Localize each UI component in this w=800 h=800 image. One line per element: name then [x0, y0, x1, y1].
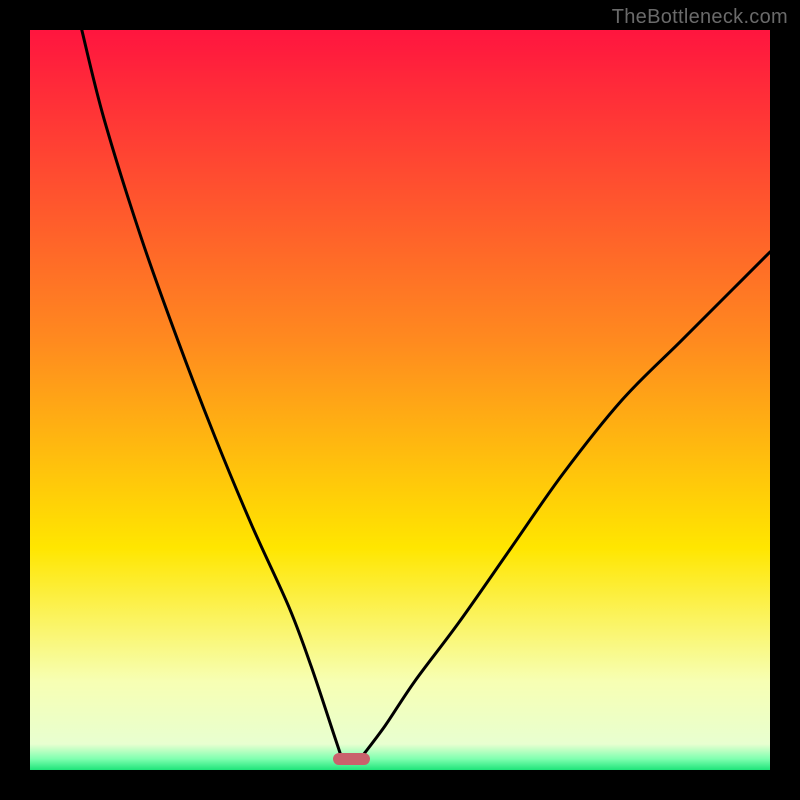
min-marker: [333, 753, 370, 765]
plot-frame: [30, 30, 770, 770]
plot-curves: [30, 30, 770, 770]
curve-right-branch: [363, 252, 770, 755]
curve-left-branch: [82, 30, 341, 755]
watermark-text: TheBottleneck.com: [612, 6, 788, 29]
